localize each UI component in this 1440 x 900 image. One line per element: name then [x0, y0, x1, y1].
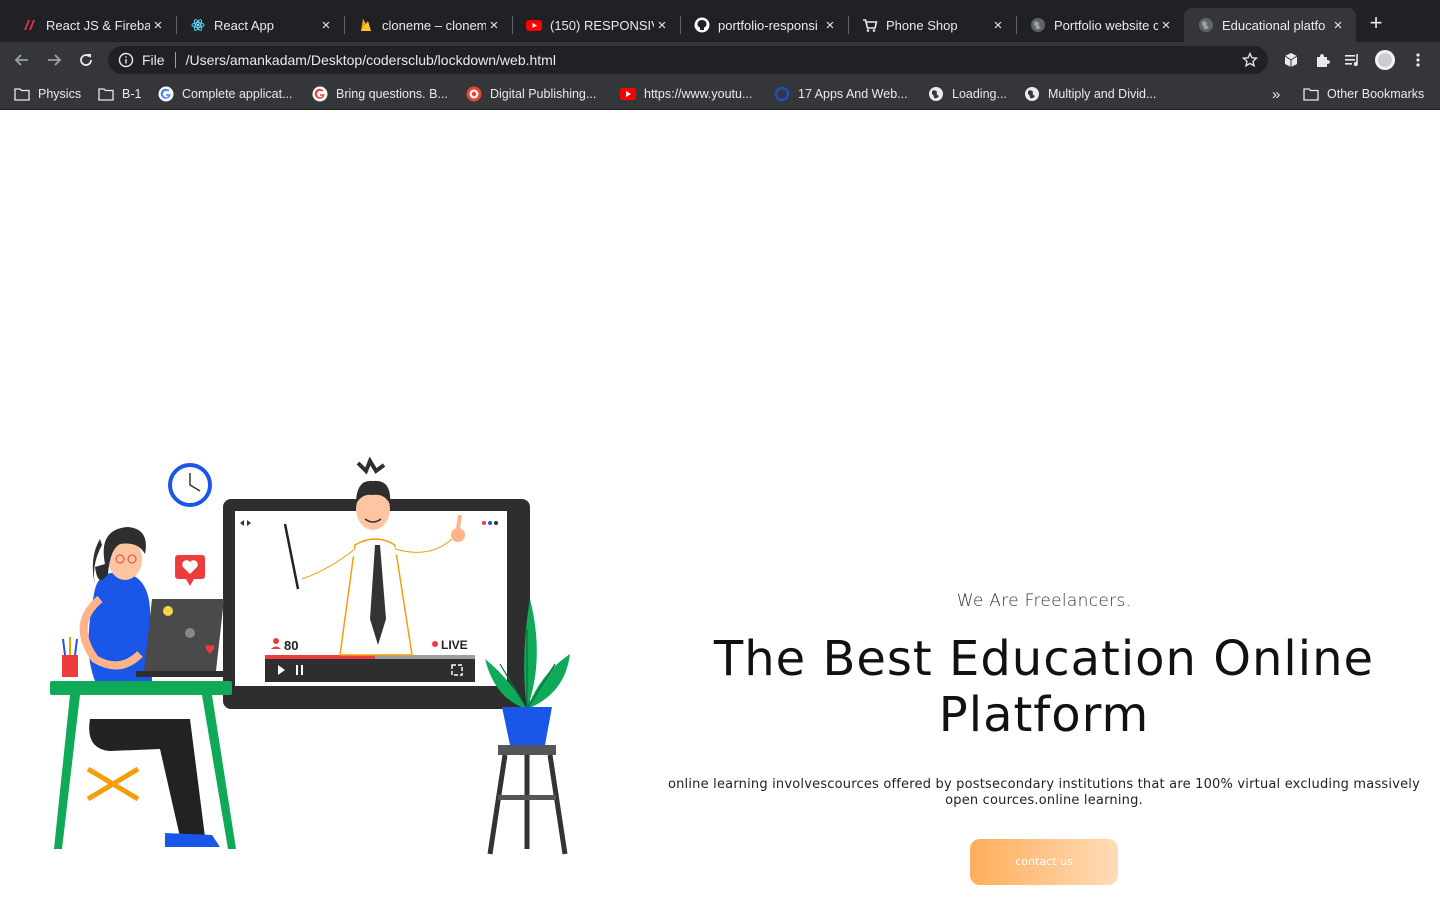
tab-title: Educational platfo: [1222, 17, 1326, 33]
address-bar[interactable]: File /Users/amankadam/Desktop/codersclub…: [108, 46, 1268, 74]
tab-portfolio-website[interactable]: Portfolio website c ×: [1016, 8, 1184, 42]
bookmark-label: https://www.youtu...: [644, 87, 753, 101]
youtube-icon: [620, 86, 636, 102]
bookmark-complete-application[interactable]: Complete applicat...: [158, 84, 292, 104]
puzzle-extensions-icon[interactable]: [1311, 49, 1333, 71]
bookmark-label: 17 Apps And Web...: [798, 87, 908, 101]
kebab-menu-icon[interactable]: [1407, 49, 1429, 71]
contact-us-button[interactable]: contact us: [970, 839, 1118, 885]
tab-title: Phone Shop: [886, 17, 958, 33]
heart-bubble-icon: [175, 555, 205, 586]
arrow-left-icon: [14, 54, 28, 66]
tab-title: React App: [214, 17, 274, 33]
bookmark-digital-publishing[interactable]: Digital Publishing...: [466, 84, 596, 104]
live-text: LIVE: [441, 638, 468, 652]
media-queue-icon[interactable]: [1342, 49, 1364, 71]
bookmark-label: Complete applicat...: [182, 87, 293, 101]
tab-react-app[interactable]: React App ×: [176, 8, 344, 42]
profile-avatar[interactable]: [1374, 49, 1396, 71]
globe-icon: [1024, 86, 1040, 102]
bookmark-label: Bring questions. B...: [336, 87, 448, 101]
url-text[interactable]: /Users/amankadam/Desktop/codersclub/lock…: [186, 52, 556, 68]
close-tab-icon[interactable]: ×: [990, 17, 1006, 34]
bookmark-label: Loading...: [952, 87, 1007, 101]
folder-icon: [14, 86, 30, 102]
google-icon: [158, 86, 174, 102]
bookmarks-bar: Physics B-1 Complete applicat... Bring q…: [0, 78, 1440, 110]
bookmark-17-apps[interactable]: 17 Apps And Web...: [774, 84, 908, 104]
bookmark-multiply-divide[interactable]: Multiply and Divid...: [1024, 84, 1156, 104]
bookmark-label: Other Bookmarks: [1327, 87, 1425, 101]
cart-icon: [862, 17, 878, 33]
other-bookmarks-folder[interactable]: Other Bookmarks: [1303, 84, 1424, 104]
close-tab-icon[interactable]: ×: [1158, 17, 1174, 34]
tab-title: cloneme – clonem: [382, 17, 486, 33]
bookmark-b1[interactable]: B-1: [98, 84, 141, 104]
forward-button[interactable]: [42, 48, 66, 72]
close-tab-icon[interactable]: ×: [486, 17, 502, 34]
tab-title: portfolio-responsi: [718, 17, 818, 33]
tab-phone-shop[interactable]: Phone Shop ×: [848, 8, 1016, 42]
info-icon[interactable]: [118, 52, 134, 68]
tab-portfolio-responsive[interactable]: portfolio-responsi ×: [680, 8, 848, 42]
circle-icon: [774, 86, 790, 102]
desk: [50, 681, 236, 849]
target-icon: [466, 86, 482, 102]
new-tab-button[interactable]: +: [1364, 12, 1388, 36]
tab-react-firebase[interactable]: React JS & Firebas ×: [8, 8, 176, 42]
tab-strip: React JS & Firebas × React App × cloneme…: [0, 0, 1440, 42]
tab-title: Portfolio website c: [1054, 17, 1158, 33]
bookmark-star-icon[interactable]: [1242, 52, 1258, 68]
udemy-icon: [22, 17, 38, 33]
bookmark-bring-questions[interactable]: Bring questions. B...: [312, 84, 448, 104]
globe-icon: [1030, 17, 1046, 33]
online-class-illustration: 80 LIVE: [50, 456, 570, 855]
bookmark-label: Physics: [38, 87, 82, 101]
tab-cloneme[interactable]: cloneme – clonem ×: [344, 8, 512, 42]
bookmark-physics[interactable]: Physics: [14, 84, 81, 104]
url-scheme: File: [142, 52, 165, 68]
hero-eyebrow: We Are Freelancers.: [956, 591, 1132, 611]
close-tab-icon[interactable]: ×: [822, 17, 838, 34]
hero-headline: The Best Education Online Platform: [713, 631, 1375, 743]
reload-button[interactable]: [74, 48, 98, 72]
bookmark-label: Digital Publishing...: [490, 87, 597, 101]
firebase-icon: [358, 17, 374, 33]
close-tab-icon[interactable]: ×: [318, 17, 334, 34]
bookmark-label: Multiply and Divid...: [1048, 87, 1157, 101]
folder-icon: [98, 86, 114, 102]
close-tab-icon[interactable]: ×: [150, 17, 166, 34]
github-icon: [694, 17, 710, 33]
clock-icon: [168, 463, 212, 507]
back-button[interactable]: [10, 48, 34, 72]
hero-section: We Are Freelancers. The Best Education O…: [650, 591, 1438, 885]
bookmark-youtube[interactable]: https://www.youtu...: [620, 84, 752, 104]
bookmarks-overflow-button[interactable]: »: [1272, 84, 1280, 104]
browser-toolbar: File /Users/amankadam/Desktop/codersclub…: [0, 42, 1440, 78]
pencil-cup-icon: [62, 637, 78, 677]
tab-title: (150) RESPONSIVE: [550, 17, 654, 33]
google-icon: [312, 86, 328, 102]
globe-icon: [1198, 17, 1214, 33]
cube-extension-icon[interactable]: [1280, 49, 1302, 71]
viewer-count-text: 80: [284, 638, 298, 653]
bookmark-loading[interactable]: Loading...: [928, 84, 1007, 104]
folder-icon: [1303, 86, 1319, 102]
web-page: 80 LIVE We Are Freelancers. The Best Edu…: [0, 111, 1440, 900]
arrow-right-icon: [48, 54, 62, 66]
globe-icon: [928, 86, 944, 102]
divider: [174, 52, 176, 68]
reload-icon: [80, 54, 92, 66]
close-tab-icon[interactable]: ×: [654, 17, 670, 34]
youtube-icon: [526, 17, 542, 33]
react-icon: [190, 17, 206, 33]
bookmark-label: B-1: [122, 87, 142, 101]
tab-educational-platform[interactable]: Educational platfo ×: [1184, 8, 1356, 42]
tab-title: React JS & Firebas: [46, 17, 150, 33]
hero-description: online learning involvescources offered …: [667, 777, 1421, 808]
tab-responsive-video[interactable]: (150) RESPONSIVE ×: [512, 8, 680, 42]
close-tab-icon[interactable]: ×: [1330, 17, 1346, 34]
